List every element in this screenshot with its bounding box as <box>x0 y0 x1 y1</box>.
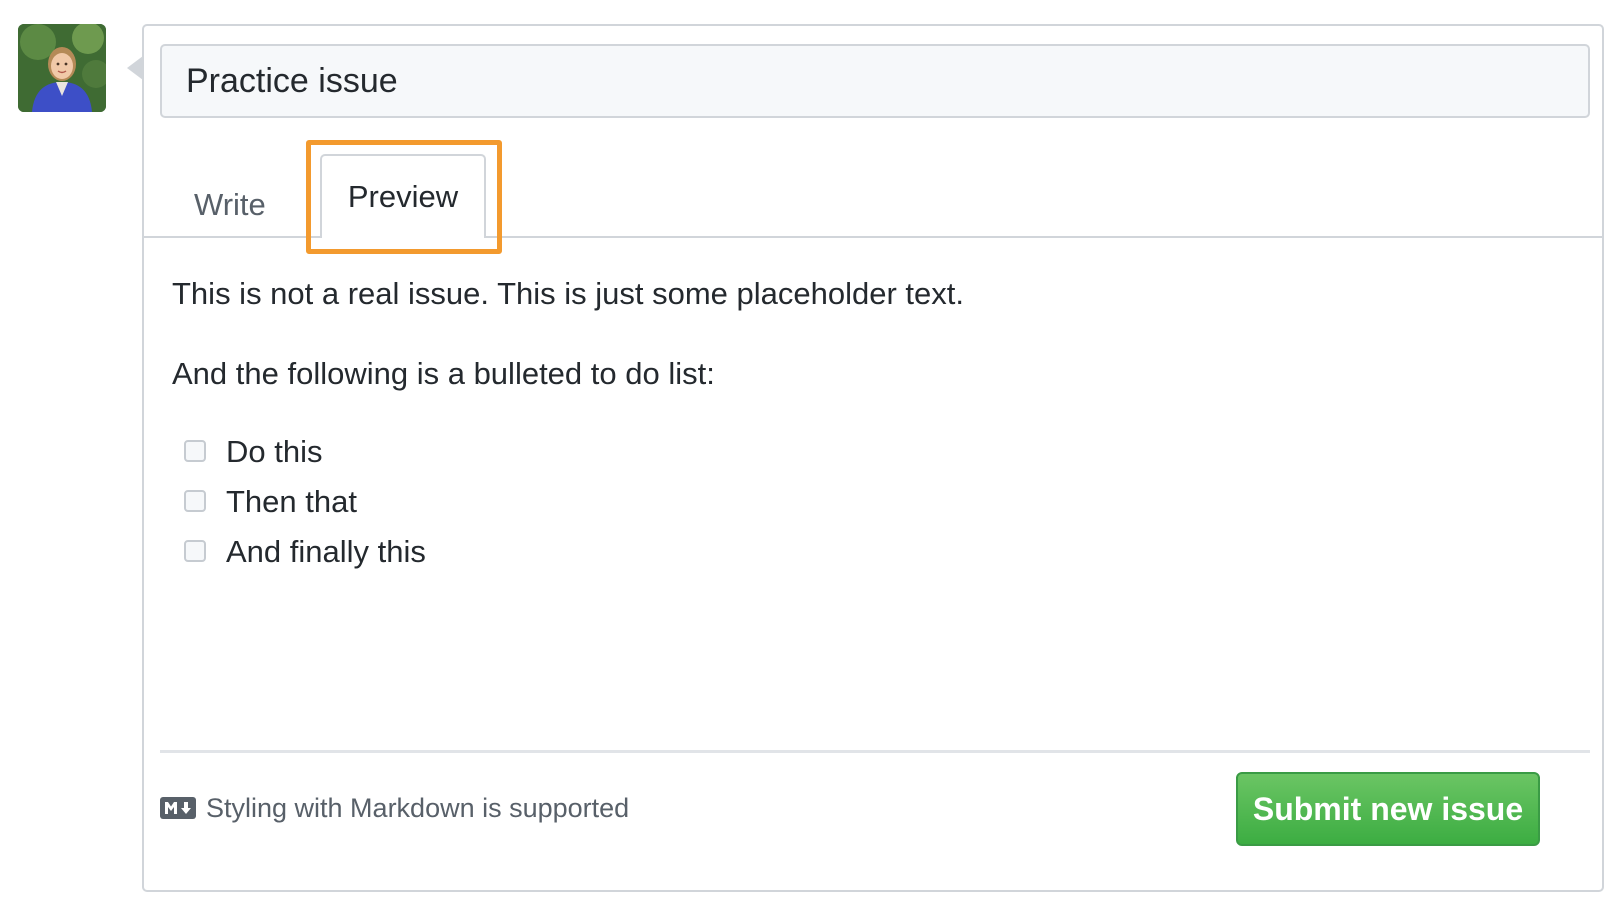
new-issue-form: Write Preview This is not a real issue. … <box>142 24 1604 892</box>
markdown-icon <box>160 796 196 819</box>
task-label: Do this <box>226 434 323 469</box>
task-label: Then that <box>226 484 357 519</box>
user-photo <box>18 24 106 112</box>
submit-new-issue-button[interactable]: Submit new issue <box>1236 772 1540 846</box>
task-checkbox[interactable] <box>184 540 206 562</box>
task-checkbox[interactable] <box>184 440 206 462</box>
issue-title-input[interactable] <box>160 44 1590 118</box>
markdown-hint[interactable]: Styling with Markdown is supported <box>160 788 629 828</box>
avatar[interactable] <box>18 24 106 112</box>
preview-paragraph: And the following is a bulleted to do li… <box>172 356 715 391</box>
comment-pointer <box>127 56 143 80</box>
markdown-hint-label: Styling with Markdown is supported <box>206 793 630 823</box>
task-label: And finally this <box>226 534 426 569</box>
preview-paragraph: This is not a real issue. This is just s… <box>172 276 964 311</box>
task-checkbox[interactable] <box>184 490 206 512</box>
footer-divider <box>160 750 1590 753</box>
tab-write[interactable]: Write <box>180 174 280 236</box>
tab-preview[interactable]: Preview <box>320 154 486 238</box>
